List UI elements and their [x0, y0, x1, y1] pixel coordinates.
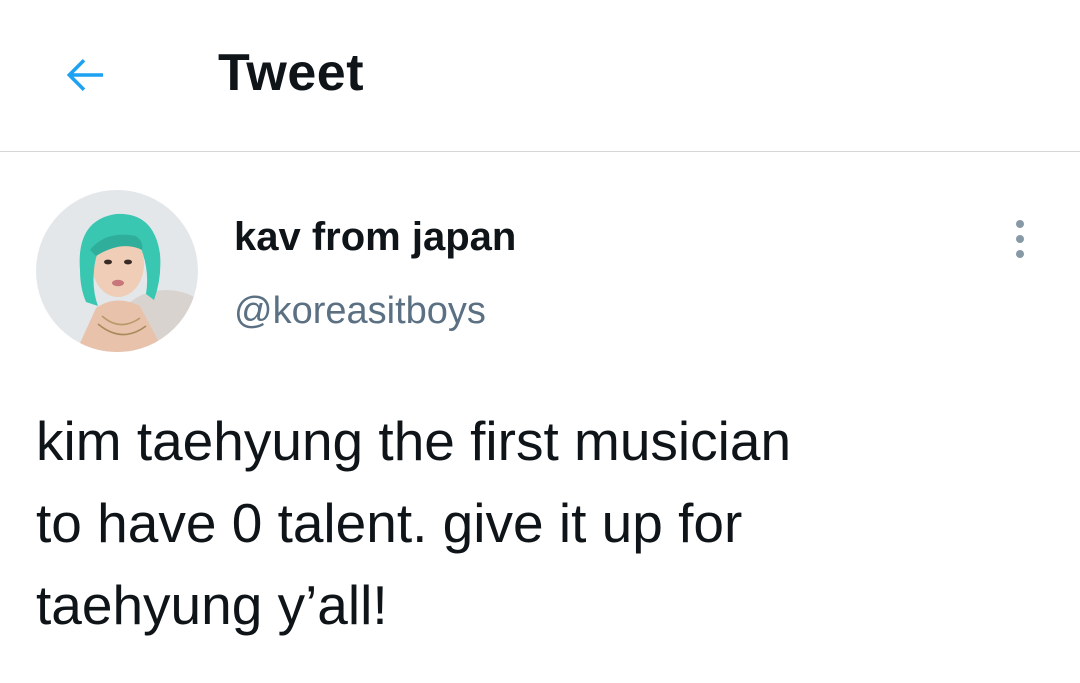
- more-options-button[interactable]: [998, 212, 1042, 266]
- profile-photo: [36, 190, 198, 352]
- top-app-bar: Tweet: [0, 0, 1080, 152]
- avatar[interactable]: [36, 190, 198, 352]
- tweet-text: kim taehyung the first musician to have …: [36, 410, 792, 636]
- author-display-name[interactable]: kav from japan: [234, 212, 516, 262]
- more-vertical-icon: [1016, 220, 1024, 258]
- arrow-left-icon: [66, 59, 103, 91]
- back-button[interactable]: [50, 45, 120, 105]
- author-handle[interactable]: @koreasitboys: [234, 287, 486, 335]
- page-title: Tweet: [218, 44, 365, 102]
